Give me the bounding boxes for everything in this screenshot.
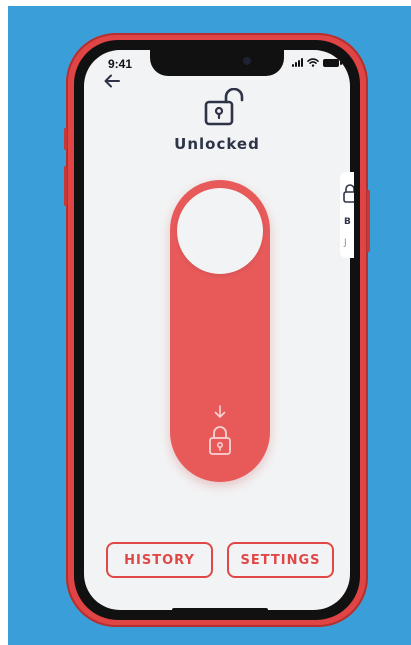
peek-card[interactable] — [340, 172, 354, 258]
locked-padlock-icon — [209, 426, 231, 455]
status-time: 9:41 — [108, 57, 133, 71]
status-icons — [292, 58, 342, 67]
padlock-icon — [343, 184, 354, 203]
settings-button[interactable]: SETTINGS — [227, 542, 334, 578]
home-indicator[interactable] — [172, 608, 268, 612]
signal-icon — [292, 58, 303, 67]
wifi-icon — [307, 58, 319, 67]
arrow-down-icon — [214, 405, 226, 418]
camera-icon — [243, 57, 251, 65]
side-button-left-mid — [64, 166, 67, 206]
unlocked-padlock-icon — [204, 88, 244, 126]
lock-slider-knob[interactable] — [177, 188, 263, 274]
page-title: Unlocked — [174, 135, 260, 153]
peek-card-title: B — [344, 217, 351, 227]
arrow-left-icon[interactable] — [103, 72, 121, 90]
notch — [150, 50, 284, 76]
history-button[interactable]: HISTORY — [106, 542, 213, 578]
side-button-right — [367, 190, 370, 252]
side-button-left-top — [64, 128, 67, 150]
peek-card-subtitle: J — [344, 238, 347, 248]
battery-icon — [323, 58, 342, 67]
